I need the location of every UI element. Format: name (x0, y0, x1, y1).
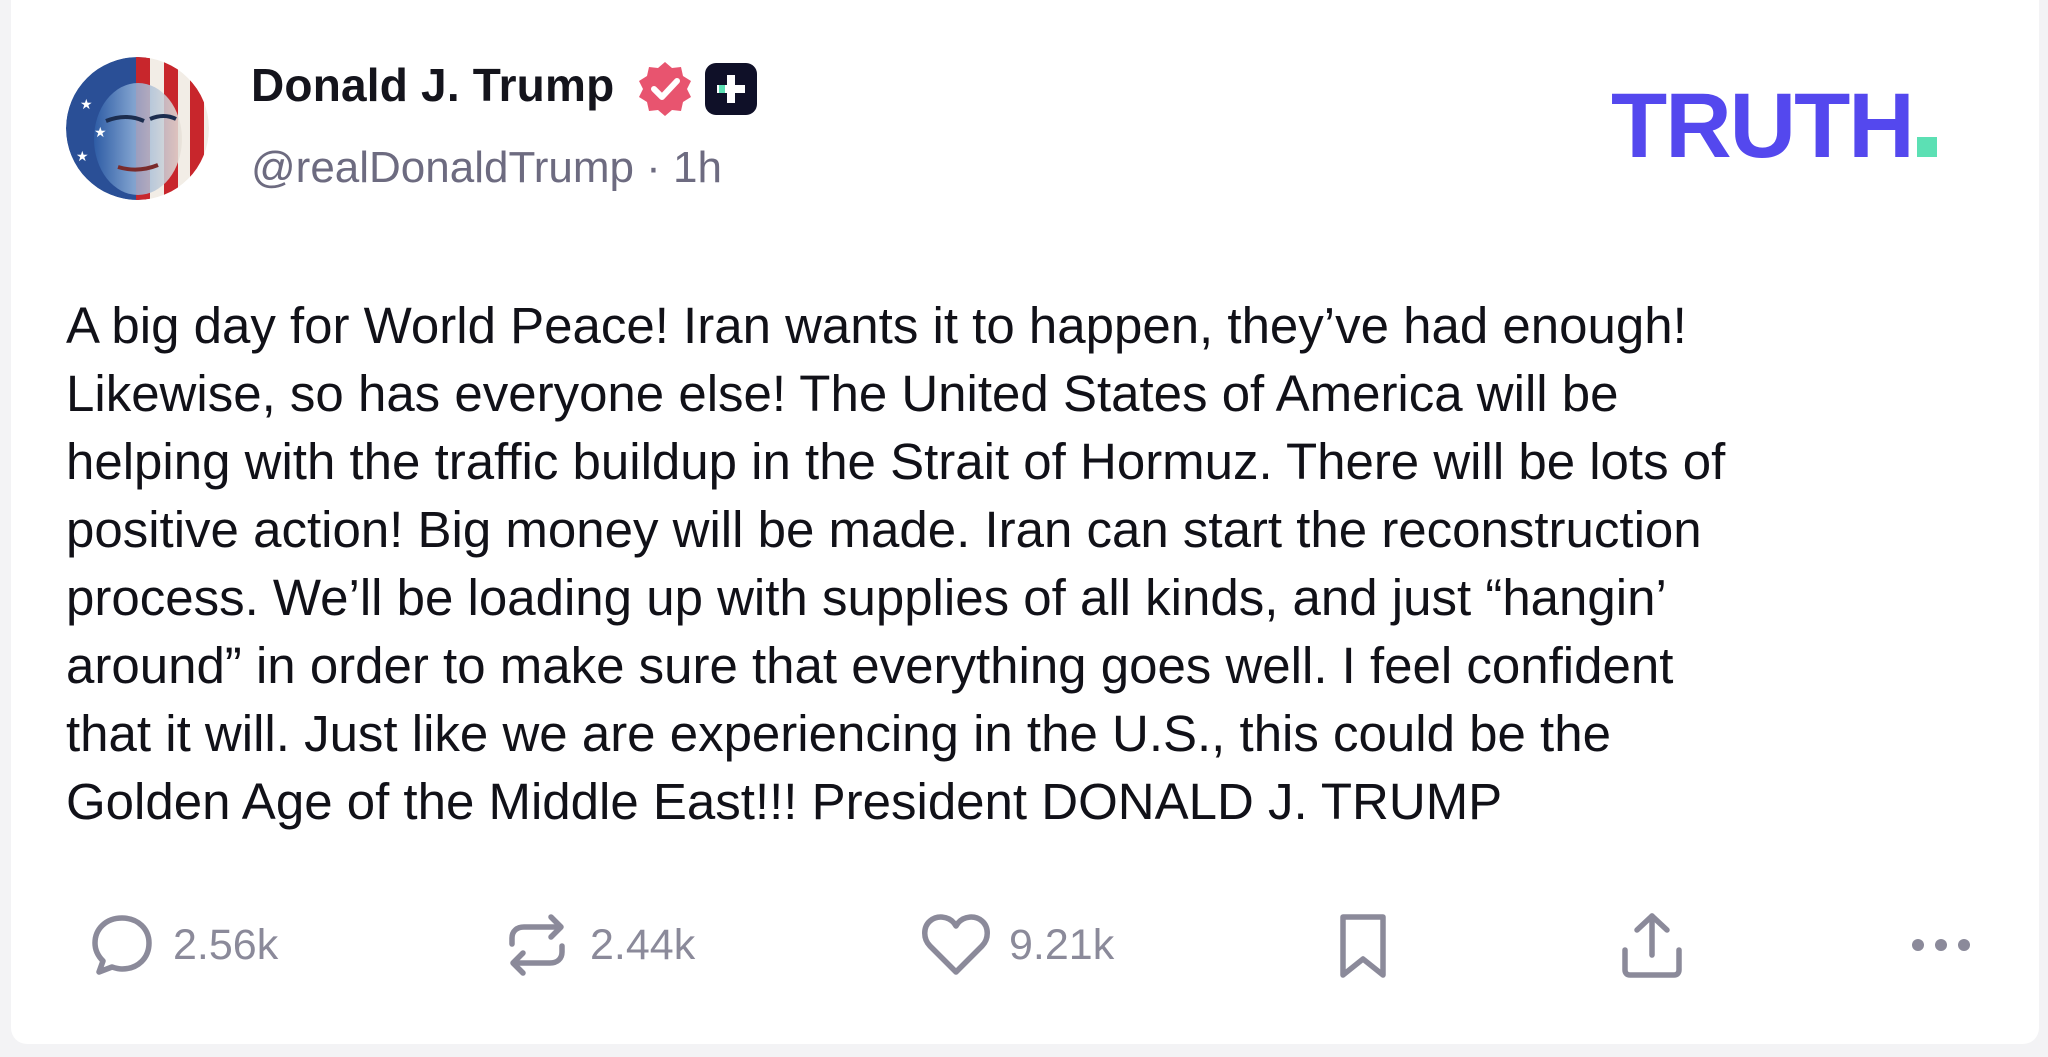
author-display-name[interactable]: Donald J. Trump (251, 58, 614, 112)
post-body-line: helping with the traffic buildup in the … (66, 433, 1726, 490)
post-body-line: that it will. Just like we are experienc… (66, 705, 1611, 762)
post-body-line: around” in order to make sure that every… (66, 637, 1674, 694)
reply-count: 2.56k (173, 920, 279, 969)
avatar-image: ★ ★ ★ (66, 57, 209, 200)
retruth-count: 2.44k (590, 920, 696, 969)
svg-text:★: ★ (94, 125, 107, 141)
svg-text:★: ★ (80, 97, 93, 113)
truth-plus-icon (705, 63, 757, 115)
truth-logo-text: TRUTH (1611, 75, 1915, 177)
bookmark-icon (1340, 914, 1386, 978)
like-button[interactable]: 9.21k (921, 905, 1114, 985)
avatar[interactable]: ★ ★ ★ (66, 57, 209, 200)
heart-icon (922, 914, 990, 975)
share-icon (1622, 913, 1682, 978)
post-body-line: positive action! Big money will be made.… (66, 501, 1702, 558)
verified-badge-icon (635, 59, 695, 119)
bookmark-button[interactable] (1335, 905, 1391, 985)
more-options-button[interactable] (1908, 905, 1974, 985)
svg-text:★: ★ (76, 149, 89, 165)
share-button[interactable] (1617, 905, 1687, 985)
truth-logo-dot-icon (1916, 137, 1937, 157)
retruth-button[interactable]: 2.44k (502, 905, 695, 985)
reply-icon (92, 915, 152, 975)
author-handle-timestamp[interactable]: @realDonaldTrump · 1h (251, 143, 722, 193)
post-body-line: Golden Age of the Middle East!!! Preside… (66, 773, 1503, 830)
post-body-line: Likewise, so has everyone else! The Unit… (66, 365, 1619, 422)
truth-logo: TRUTH (1611, 80, 1937, 172)
like-count: 9.21k (1009, 920, 1115, 969)
more-icon (1912, 939, 1970, 951)
post-body-line: process. We’ll be loading up with suppli… (66, 569, 1667, 626)
reply-button[interactable]: 2.56k (89, 905, 278, 985)
post-card: ★ ★ ★ Donald J. Trump @realDonaldTrump ·… (11, 0, 2039, 1044)
post-body-line: A big day for World Peace! Iran wants it… (66, 297, 1687, 354)
post-body: A big day for World Peace! Iran wants it… (66, 292, 2021, 836)
retruth-icon (509, 914, 565, 976)
